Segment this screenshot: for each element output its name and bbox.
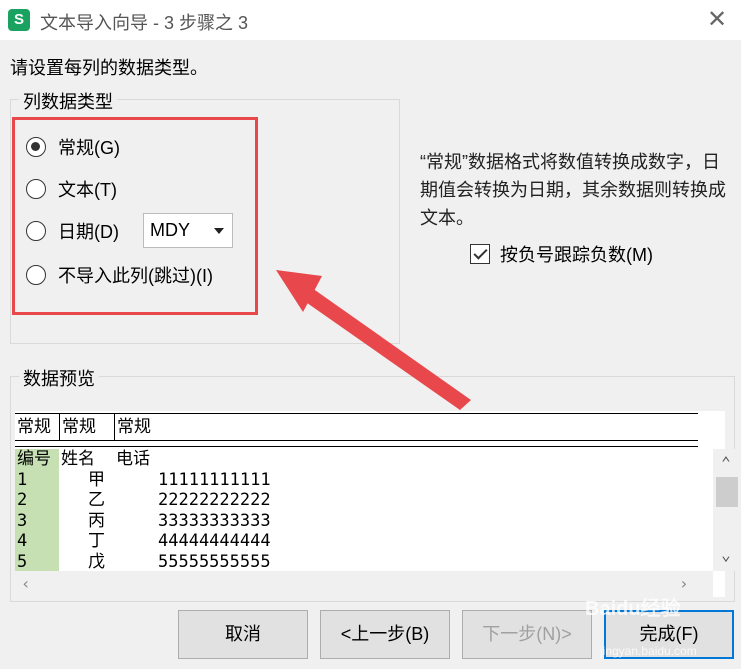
table-cell: 丙 [88,510,105,531]
scroll-thumb[interactable] [716,477,738,507]
table-cell: 11111111111 [158,469,271,490]
data-preview-group-title: 数据预览 [19,365,99,391]
column-header[interactable]: 常规 [15,414,59,440]
column-header[interactable]: 常规 [60,414,114,440]
cancel-button[interactable]: 取消 [178,610,308,659]
table-cell: 丁 [88,531,105,552]
table-cell: 1 [17,469,28,490]
watermark-url: jingyan.baidu.com [600,644,697,658]
app-icon: S [8,9,30,31]
table-cell: 戊 [88,552,105,571]
table-cell: 5 [17,552,28,571]
checkbox-check-icon[interactable] [470,244,490,264]
column-type-group-title: 列数据类型 [19,88,117,114]
table-cell: 2 [17,490,28,511]
scroll-down-icon[interactable]: ⌄ [713,545,739,565]
table-cell: 44444444444 [158,531,271,552]
column-type-header-row: 常规 常规 常规 [15,413,698,441]
table-row: 4 丁 44444444444 [15,531,698,552]
title-bar: S 文本导入向导 - 3 步骤之 3 ✕ [0,0,741,40]
table-cell: 33333333333 [158,510,271,531]
table-cell: 3 [17,510,28,531]
table-row: 2 乙 22222222222 [15,490,698,511]
table-cell: 编号 [17,449,51,469]
table-cell: 55555555555 [158,552,271,571]
scroll-right-icon[interactable]: › [679,574,689,593]
table-cell: 乙 [88,490,105,511]
annotation-highlight-box [12,117,258,315]
data-preview-panel[interactable]: 常规 常规 常规 编号 姓名 电话 1 甲 11111111111 2 乙 22… [15,411,739,597]
header-divider [15,443,698,447]
window-title: 文本导入向导 - 3 步骤之 3 [40,13,249,33]
format-description: “常规”数据格式将数值转换成数字，日期值会转换为日期，其余数据则转换成文本。 [420,152,726,228]
scroll-up-icon[interactable]: ⌃ [713,453,739,473]
negative-sign-checkbox[interactable]: 按负号跟踪负数(M) [470,241,653,267]
watermark-logo: Baidu经验 [585,598,681,620]
column-header[interactable]: 常规 [115,414,315,440]
table-cell: 4 [17,531,28,552]
vertical-scrollbar[interactable]: ⌃ ⌄ [713,449,739,571]
table-cell: 电话 [116,449,150,469]
table-cell: 姓名 [61,449,95,469]
table-row: 5 戊 55555555555 [15,552,698,571]
scroll-left-icon[interactable]: ‹ [21,574,31,593]
close-button[interactable]: ✕ [703,6,731,34]
table-cell: 甲 [88,469,105,490]
table-row: 编号 姓名 电话 [15,449,698,470]
instruction-text: 请设置每列的数据类型。 [10,58,208,78]
negative-sign-label: 按负号跟踪负数(M) [500,245,653,265]
table-cell: 22222222222 [158,490,271,511]
table-row: 1 甲 11111111111 [15,470,698,491]
back-button[interactable]: <上一步(B) [320,610,450,659]
table-row: 3 丙 33333333333 [15,511,698,532]
next-button[interactable]: 下一步(N)> [462,610,592,659]
preview-data-area: 编号 姓名 电话 1 甲 11111111111 2 乙 22222222222… [15,449,698,571]
